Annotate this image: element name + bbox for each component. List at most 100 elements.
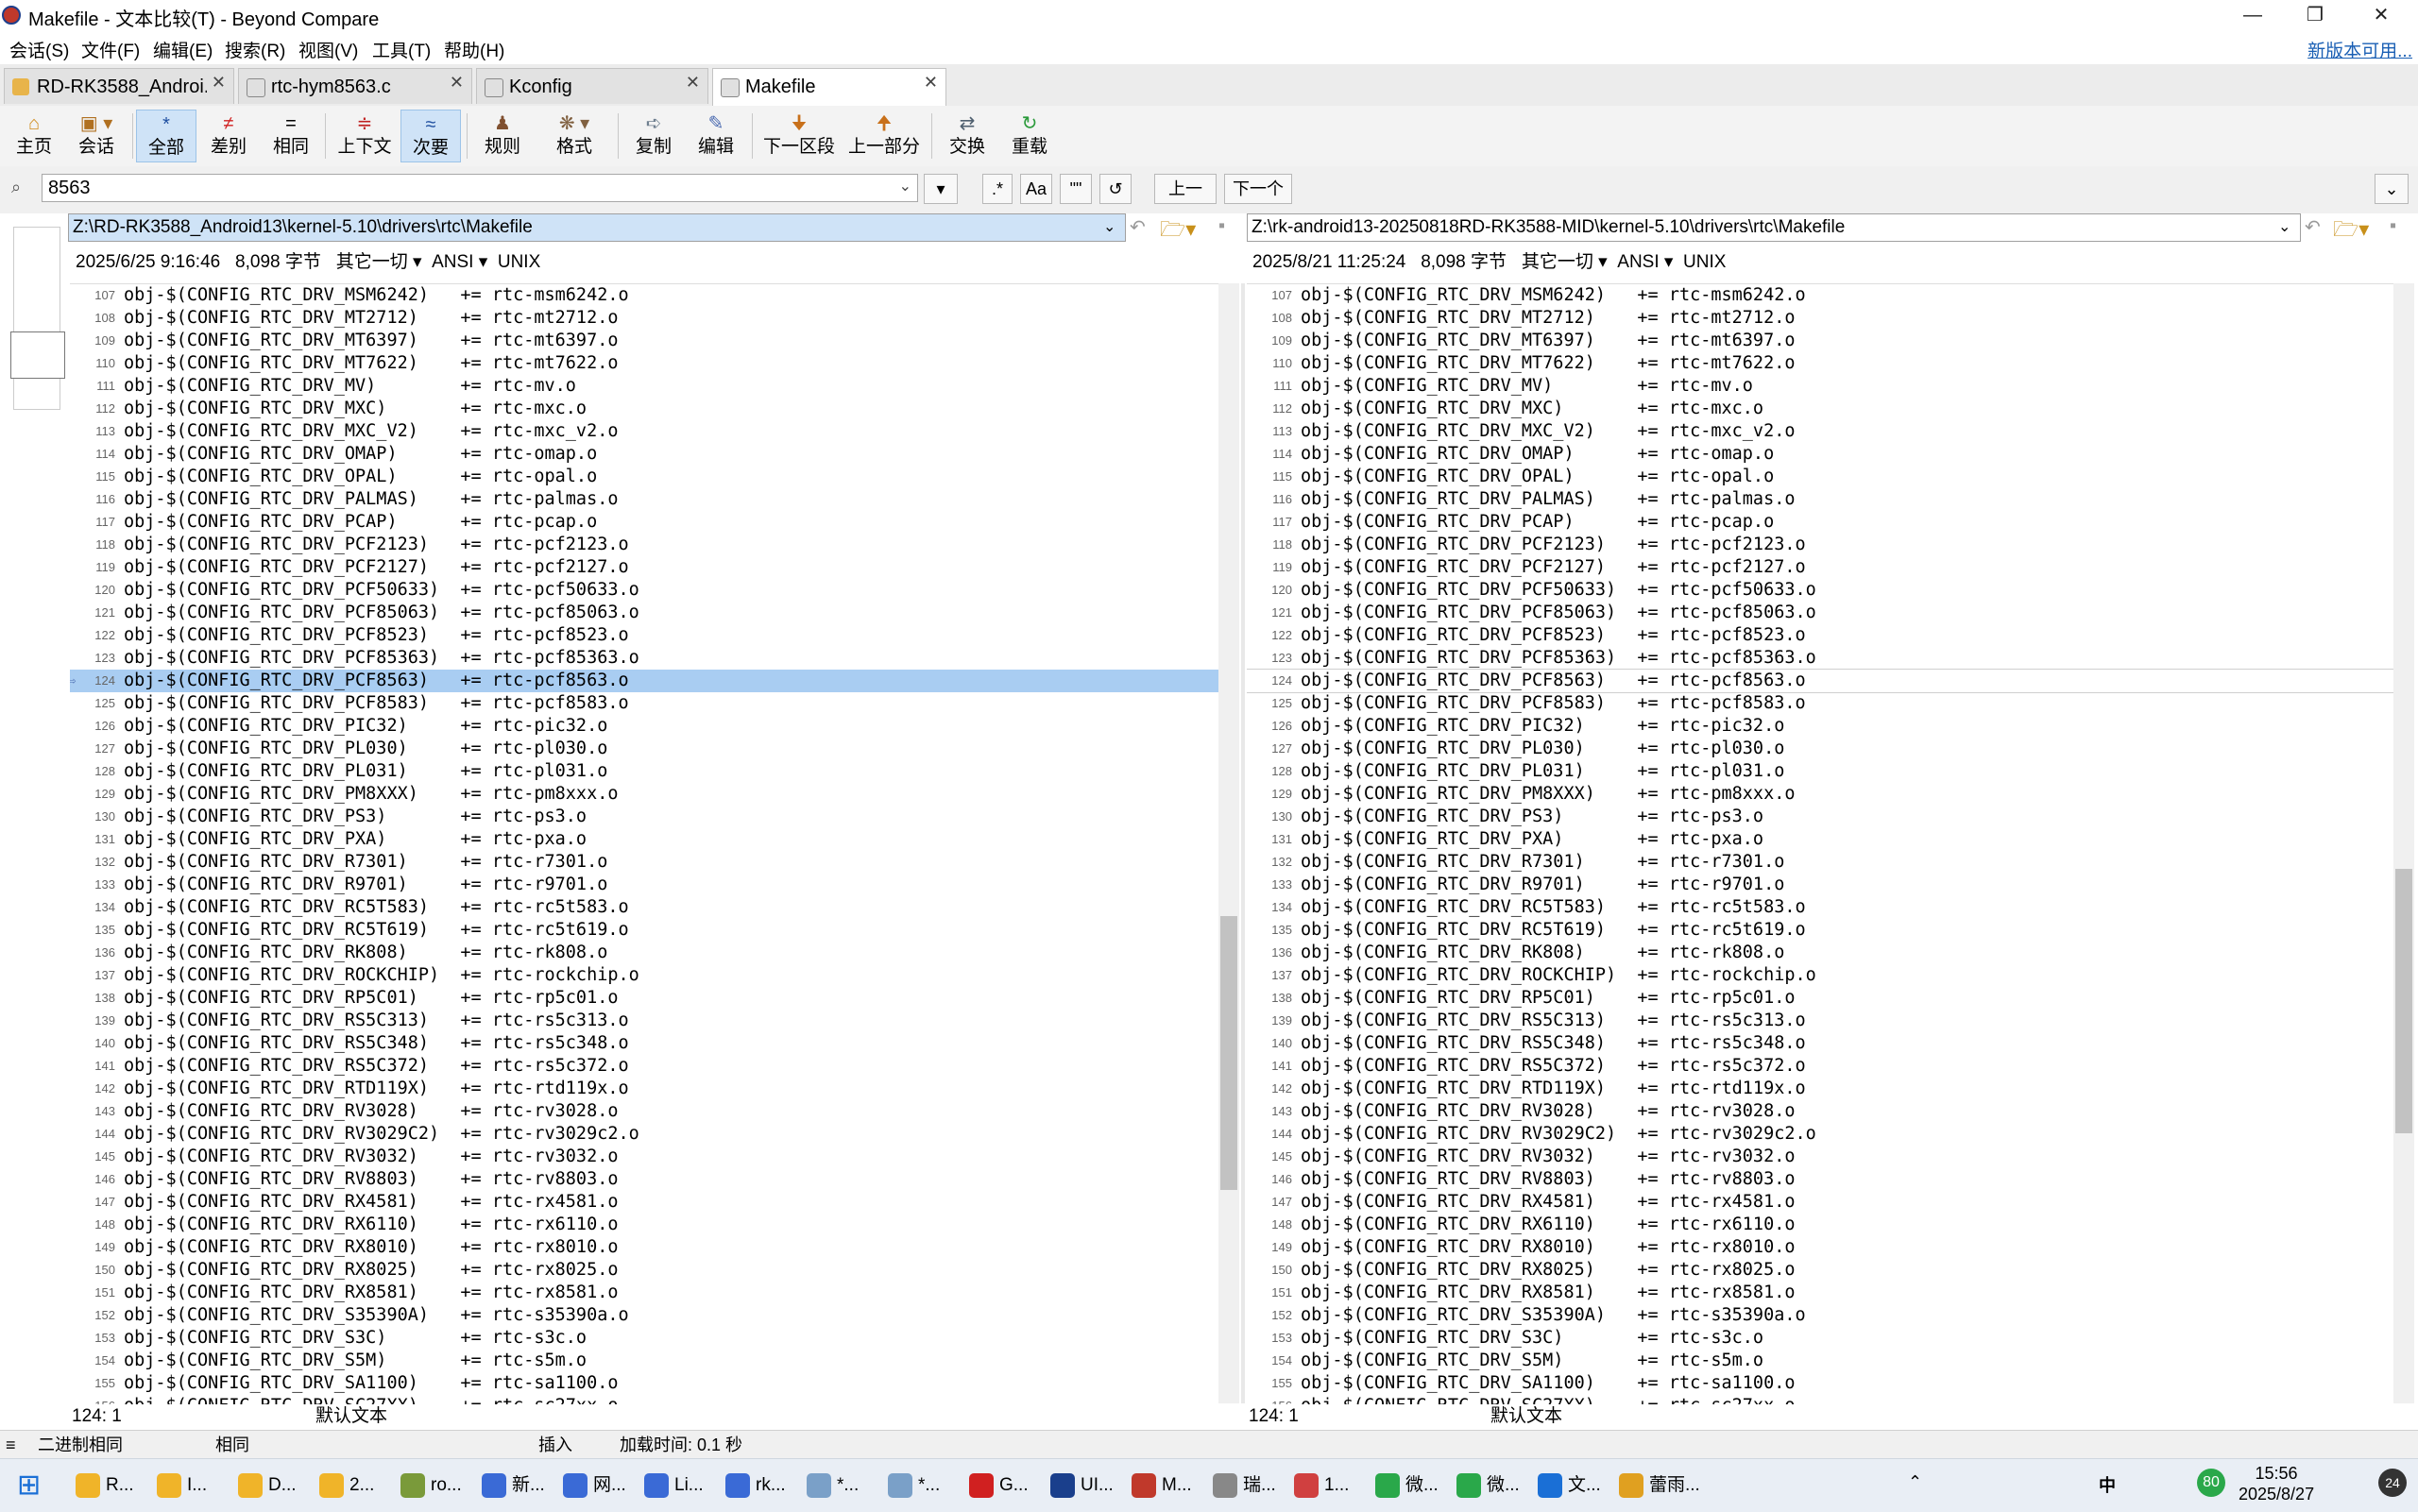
code-line[interactable]: 156obj-$(CONFIG_RTC_DRV_SC27XX) += rtc-s… [70,1395,1218,1404]
code-line[interactable]: 156obj-$(CONFIG_RTC_DRV_SC27XX) += rtc-s… [1247,1395,2393,1404]
taskbar-app-9[interactable]: rk... [725,1465,786,1506]
taskbar-app-8[interactable]: Li... [644,1465,704,1506]
code-line[interactable]: 155 obj-$(CONFIG_RTC_DRV_SA1100) += rtc-s… [1247,1372,2393,1395]
code-line[interactable]: 144 obj-$(CONFIG_RTC_DRV_RV3029C2) += rtc… [70,1123,1218,1146]
left-code-pane[interactable]: 107 obj-$(CONFIG_RTC_DRV_MSM6242) += rtc-… [70,283,1218,1404]
find-prev-button[interactable]: 上一 [1154,174,1217,204]
taskbar-app-3[interactable]: D... [238,1465,297,1506]
code-line[interactable]: 125 obj-$(CONFIG_RTC_DRV_PCF8583) += rtc-… [1247,692,2393,715]
menu-edit[interactable]: 编辑(E) [153,37,213,62]
left-encoding-dropdown[interactable]: ANSI [432,252,473,272]
code-line[interactable]: 121 obj-$(CONFIG_RTC_DRV_PCF85063) += rtc… [1247,602,2393,624]
code-line[interactable]: 130 obj-$(CONFIG_RTC_DRV_PS3) += rtc-ps3.… [70,806,1218,828]
code-line[interactable]: 113 obj-$(CONFIG_RTC_DRV_MXC_V2) += rtc-m… [1247,420,2393,443]
chevron-down-icon[interactable]: ⌄ [1103,217,1115,236]
minimize-button[interactable]: — [2223,0,2282,32]
code-line[interactable]: 118 obj-$(CONFIG_RTC_DRV_PCF2123) += rtc-… [1247,534,2393,556]
tab-close-icon[interactable]: ✕ [212,73,226,93]
history-icon[interactable]: ↶ [2305,215,2321,239]
ime-indicator[interactable]: 中 [2099,1472,2116,1497]
code-line[interactable]: 154 obj-$(CONFIG_RTC_DRV_S5M) += rtc-s5m.… [1247,1350,2393,1372]
next-section-button[interactable]: 🠋 下一区段 [759,110,839,162]
code-line[interactable]: 143 obj-$(CONFIG_RTC_DRV_RV3028) += rtc-r… [1247,1100,2393,1123]
code-line[interactable]: 129 obj-$(CONFIG_RTC_DRV_PM8XXX) += rtc-p… [1247,783,2393,806]
code-line[interactable]: 145 obj-$(CONFIG_RTC_DRV_RV3032) += rtc-r… [1247,1146,2393,1168]
left-text-format[interactable]: 默认文本 [315,1403,387,1430]
code-line[interactable]: 136 obj-$(CONFIG_RTC_DRV_RK808) += rtc-rk… [70,942,1218,964]
session-button[interactable]: ▣ ▾ 会话 [64,110,128,162]
code-line[interactable]: 138 obj-$(CONFIG_RTC_DRV_RP5C01) += rtc-r… [70,987,1218,1010]
left-path-field[interactable]: Z:\RD-RK3588_Android13\kernel-5.10\drive… [68,213,1126,242]
tab-kconfig[interactable]: Kconfig ✕ [476,68,708,104]
code-line[interactable]: 133 obj-$(CONFIG_RTC_DRV_R9701) += rtc-r9… [70,874,1218,896]
code-line[interactable]: 135 obj-$(CONFIG_RTC_DRV_RC5T619) += rtc-… [1247,919,2393,942]
taskbar-app-5[interactable]: ro... [400,1465,462,1506]
code-line[interactable]: 143 obj-$(CONFIG_RTC_DRV_RV3028) += rtc-r… [70,1100,1218,1123]
tab-close-icon[interactable]: ✕ [686,73,700,93]
match-case-toggle[interactable]: Aa [1020,174,1052,204]
code-line[interactable]: 118 obj-$(CONFIG_RTC_DRV_PCF2123) += rtc-… [70,534,1218,556]
code-line[interactable]: 148 obj-$(CONFIG_RTC_DRV_RX6110) += rtc-r… [1247,1214,2393,1236]
code-line[interactable]: 110 obj-$(CONFIG_RTC_DRV_MT7622) += rtc-m… [1247,352,2393,375]
code-line[interactable]: 155 obj-$(CONFIG_RTC_DRV_SA1100) += rtc-s… [70,1372,1218,1395]
chevron-down-icon[interactable]: ⌄ [899,177,911,195]
code-line[interactable]: 116 obj-$(CONFIG_RTC_DRV_PALMAS) += rtc-p… [1247,488,2393,511]
code-line[interactable]: 122 obj-$(CONFIG_RTC_DRV_PCF8523) += rtc-… [1247,624,2393,647]
code-line[interactable]: 141 obj-$(CONFIG_RTC_DRV_RS5C372) += rtc-… [1247,1055,2393,1078]
code-line[interactable]: 120 obj-$(CONFIG_RTC_DRV_PCF50633) += rtc… [1247,579,2393,602]
code-line[interactable]: 137 obj-$(CONFIG_RTC_DRV_ROCKCHIP) += rtc… [70,964,1218,987]
code-line[interactable]: 136 obj-$(CONFIG_RTC_DRV_RK808) += rtc-rk… [1247,942,2393,964]
pane-splitter[interactable] [1241,283,1245,1403]
taskbar-app-20[interactable]: 蕾雨... [1619,1465,1700,1506]
code-line[interactable]: 152 obj-$(CONFIG_RTC_DRV_S35390A) += rtc-… [1247,1304,2393,1327]
code-line[interactable]: 146 obj-$(CONFIG_RTC_DRV_RV8803) += rtc-r… [1247,1168,2393,1191]
taskbar-app-17[interactable]: 微... [1375,1465,1439,1506]
tab-makefile[interactable]: Makefile ✕ [712,68,946,107]
taskbar-app-12[interactable]: G... [969,1465,1029,1506]
history-icon[interactable]: ↶ [1130,215,1146,239]
search-input[interactable]: 8563 ⌄ [42,174,918,202]
menu-view[interactable]: 视图(V) [298,37,358,62]
code-line[interactable]: 147 obj-$(CONFIG_RTC_DRV_RX4581) += rtc-r… [1247,1191,2393,1214]
code-line[interactable]: 114 obj-$(CONFIG_RTC_DRV_OMAP) += rtc-oma… [1247,443,2393,466]
clock[interactable]: 15:56 2025/8/27 [2239,1463,2314,1504]
code-line[interactable]: 107 obj-$(CONFIG_RTC_DRV_MSM6242) += rtc-… [1247,284,2393,307]
search-options-dropdown[interactable]: ▾ [924,174,958,204]
copy-button[interactable]: ➪ 复制 [625,110,682,162]
code-line[interactable]: 145 obj-$(CONFIG_RTC_DRV_RV3032) += rtc-r… [70,1146,1218,1168]
tab-close-icon[interactable]: ✕ [450,73,464,93]
taskbar-app-14[interactable]: M... [1132,1465,1192,1506]
code-line[interactable]: 109 obj-$(CONFIG_RTC_DRV_MT6397) += rtc-m… [1247,330,2393,352]
menu-search[interactable]: 搜索(R) [225,37,285,62]
code-line[interactable]: 153 obj-$(CONFIG_RTC_DRV_S3C) += rtc-s3c.… [70,1327,1218,1350]
code-line[interactable]: 128 obj-$(CONFIG_RTC_DRV_PL031) += rtc-pl… [70,760,1218,783]
code-line[interactable]: 142 obj-$(CONFIG_RTC_DRV_RTD119X) += rtc-… [1247,1078,2393,1100]
code-line[interactable]: 119 obj-$(CONFIG_RTC_DRV_PCF2127) += rtc-… [70,556,1218,579]
code-line[interactable]: 139 obj-$(CONFIG_RTC_DRV_RS5C313) += rtc-… [70,1010,1218,1032]
right-scroll-thumb[interactable] [2395,869,2412,1133]
code-line[interactable]: 134 obj-$(CONFIG_RTC_DRV_RC5T583) += rtc-… [70,896,1218,919]
code-line[interactable]: 149 obj-$(CONFIG_RTC_DRV_RX8010) += rtc-r… [1247,1236,2393,1259]
code-line[interactable]: 144 obj-$(CONFIG_RTC_DRV_RV3029C2) += rtc… [1247,1123,2393,1146]
show-diffs-button[interactable]: ≠ 差别 [200,110,257,162]
code-line[interactable]: 111 obj-$(CONFIG_RTC_DRV_MV) += rtc-mv.o [1247,375,2393,398]
code-line[interactable]: 150 obj-$(CONFIG_RTC_DRV_RX8025) += rtc-r… [70,1259,1218,1282]
menu-tools[interactable]: 工具(T) [372,37,431,62]
code-line[interactable]: 131 obj-$(CONFIG_RTC_DRV_PXA) += rtc-pxa.… [70,828,1218,851]
right-other-dropdown[interactable]: 其它一切 [1522,252,1593,272]
taskbar-app-4[interactable]: 2... [319,1465,374,1506]
format-button[interactable]: ❋ ▾ 格式 [536,110,612,162]
code-line[interactable]: 112 obj-$(CONFIG_RTC_DRV_MXC) += rtc-mxc.… [70,398,1218,420]
whole-word-toggle[interactable]: "" [1060,174,1092,204]
code-line[interactable]: 107 obj-$(CONFIG_RTC_DRV_MSM6242) += rtc-… [70,284,1218,307]
taskbar-app-2[interactable]: I... [157,1465,207,1506]
left-eol[interactable]: UNIX [498,252,540,272]
code-line[interactable]: 125 obj-$(CONFIG_RTC_DRV_PCF8583) += rtc-… [70,692,1218,715]
taskbar-app-10[interactable]: *... [807,1465,859,1506]
left-scrollbar[interactable] [1218,283,1239,1403]
code-line[interactable]: 150 obj-$(CONFIG_RTC_DRV_RX8025) += rtc-r… [1247,1259,2393,1282]
collapse-search-button[interactable]: ⌄ [2375,174,2409,204]
code-line[interactable]: 120 obj-$(CONFIG_RTC_DRV_PCF50633) += rtc… [70,579,1218,602]
code-line[interactable]: 115 obj-$(CONFIG_RTC_DRV_OPAL) += rtc-opa… [1247,466,2393,488]
close-button[interactable]: ✕ [2352,0,2410,32]
